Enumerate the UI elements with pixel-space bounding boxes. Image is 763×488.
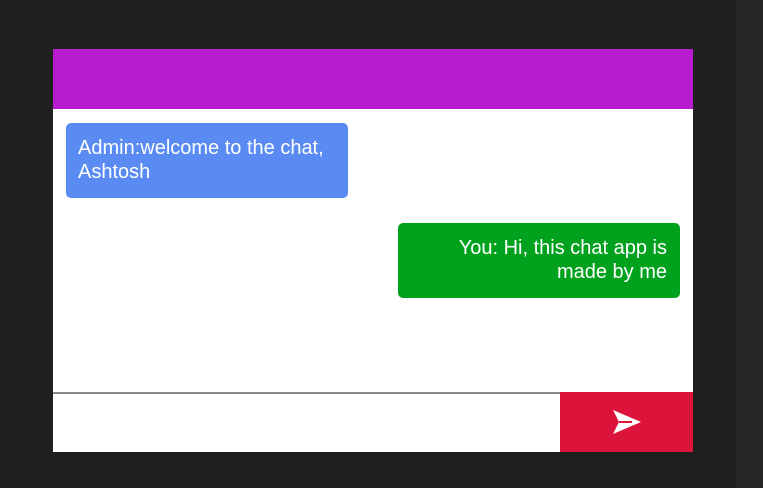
send-button[interactable] [560,392,693,452]
scrollbar-track [736,0,763,488]
message-bubble-sent: You: Hi, this chat app is made by me [398,223,680,298]
message-list: Admin:welcome to the chat, Ashtosh You: … [53,109,693,392]
message-composer [53,392,693,452]
chat-header [53,49,693,109]
chat-window: Admin:welcome to the chat, Ashtosh You: … [53,49,693,452]
message-bubble-received: Admin:welcome to the chat, Ashtosh [66,123,348,198]
message-input[interactable] [53,392,560,452]
send-icon [612,410,641,434]
